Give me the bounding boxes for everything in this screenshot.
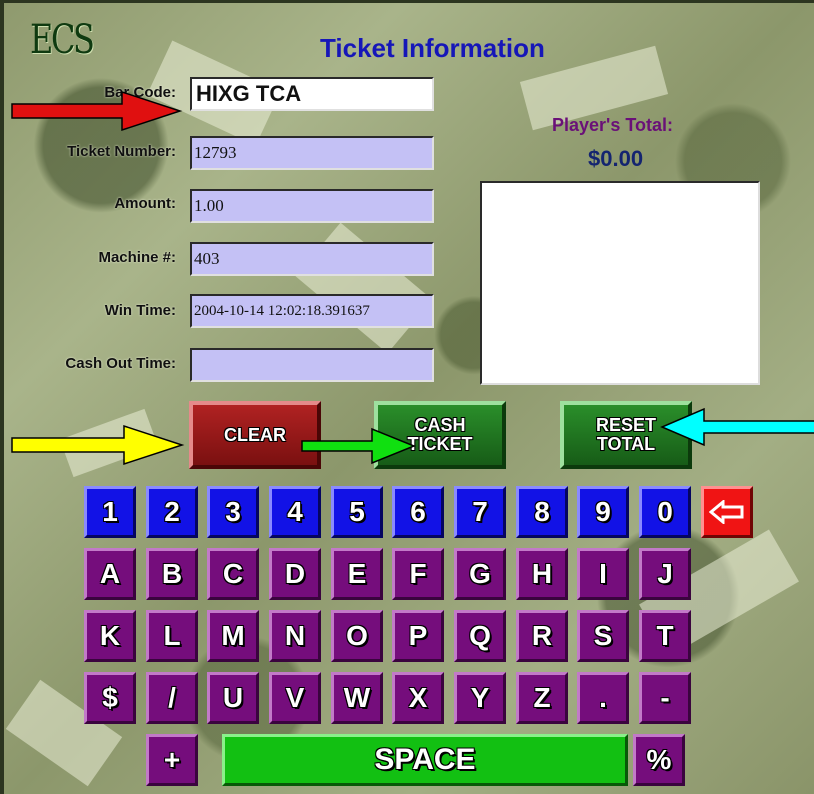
ticket-information-screen: ECS Ticket Information Bar Code: HIXG TC… <box>0 0 814 794</box>
key-j[interactable]: J <box>639 548 691 600</box>
key-4[interactable]: 4 <box>269 486 321 538</box>
key-plus[interactable]: + <box>146 734 198 786</box>
key-e[interactable]: E <box>331 548 383 600</box>
key-l[interactable]: L <box>146 610 198 662</box>
left-arrow-icon <box>709 500 744 524</box>
key-x[interactable]: X <box>392 672 444 724</box>
bar-code-field[interactable]: HIXG TCA <box>190 77 434 111</box>
key-d[interactable]: D <box>269 548 321 600</box>
players-total-value: $0.00 <box>588 146 644 171</box>
key-1[interactable]: 1 <box>84 486 136 538</box>
key-slash[interactable]: / <box>146 672 198 724</box>
key-f[interactable]: F <box>392 548 444 600</box>
space-key[interactable]: SPACE <box>222 734 628 786</box>
bar-code-label: Bar Code: <box>104 84 176 101</box>
reset-total-button[interactable]: RESET TOTAL <box>560 401 692 469</box>
win-time-label: Win Time: <box>104 302 176 319</box>
key-c[interactable]: C <box>207 548 259 600</box>
key-2[interactable]: 2 <box>146 486 198 538</box>
ticket-number-label: Ticket Number: <box>67 143 176 160</box>
key-h[interactable]: H <box>516 548 568 600</box>
key-k[interactable]: K <box>84 610 136 662</box>
amount-label: Amount: <box>114 195 176 212</box>
key-minus[interactable]: - <box>639 672 691 724</box>
key-n[interactable]: N <box>269 610 321 662</box>
key-o[interactable]: O <box>331 610 383 662</box>
machine-number-label: Machine #: <box>98 249 176 266</box>
key-v[interactable]: V <box>269 672 321 724</box>
machine-number-field[interactable]: 403 <box>190 242 434 276</box>
ticket-number-field[interactable]: 12793 <box>190 136 434 170</box>
page-title: Ticket Information <box>320 33 545 63</box>
key-9[interactable]: 9 <box>577 486 629 538</box>
key-p[interactable]: P <box>392 610 444 662</box>
key-0[interactable]: 0 <box>639 486 691 538</box>
key-s[interactable]: S <box>577 610 629 662</box>
key-3[interactable]: 3 <box>207 486 259 538</box>
cash-ticket-button[interactable]: CASH TICKET <box>374 401 506 469</box>
key-5[interactable]: 5 <box>331 486 383 538</box>
key-m[interactable]: M <box>207 610 259 662</box>
key-a[interactable]: A <box>84 548 136 600</box>
win-time-field[interactable]: 2004-10-14 12:02:18.391637 <box>190 294 434 328</box>
key-percent[interactable]: % <box>633 734 685 786</box>
key-u[interactable]: U <box>207 672 259 724</box>
key-q[interactable]: Q <box>454 610 506 662</box>
key-t[interactable]: T <box>639 610 691 662</box>
clear-button[interactable]: CLEAR <box>189 401 321 469</box>
key-w[interactable]: W <box>331 672 383 724</box>
key-y[interactable]: Y <box>454 672 506 724</box>
cash-out-time-field[interactable] <box>190 348 434 382</box>
key-period[interactable]: . <box>577 672 629 724</box>
ticket-list-box[interactable] <box>480 181 760 385</box>
key-r[interactable]: R <box>516 610 568 662</box>
amount-field[interactable]: 1.00 <box>190 189 434 223</box>
players-total-label: Player's Total: <box>552 115 673 135</box>
key-8[interactable]: 8 <box>516 486 568 538</box>
key-b[interactable]: B <box>146 548 198 600</box>
key-i[interactable]: I <box>577 548 629 600</box>
background-shard <box>59 408 159 478</box>
key-z[interactable]: Z <box>516 672 568 724</box>
reset-total-button-label: RESET TOTAL <box>595 415 656 454</box>
cash-out-time-label: Cash Out Time: <box>65 355 176 372</box>
ecs-logo: ECS <box>30 17 95 63</box>
backspace-key[interactable] <box>701 486 753 538</box>
key-6[interactable]: 6 <box>392 486 444 538</box>
cash-ticket-button-label: CASH TICKET <box>407 415 473 454</box>
key-dollar[interactable]: $ <box>84 672 136 724</box>
key-7[interactable]: 7 <box>454 486 506 538</box>
key-g[interactable]: G <box>454 548 506 600</box>
clear-button-label: CLEAR <box>224 424 286 445</box>
